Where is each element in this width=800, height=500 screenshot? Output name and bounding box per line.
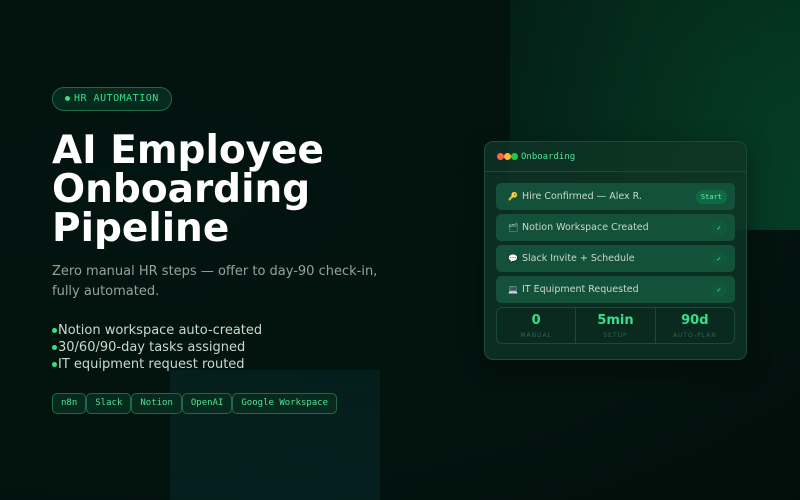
- onboarding-card: Onboarding 🔑 Hire Confirmed — Alex R. St…: [484, 141, 747, 360]
- bullet-dot-icon: [52, 327, 57, 333]
- tag-openai: OpenAI: [181, 392, 233, 414]
- stat-setup: 5min SETUP: [576, 308, 656, 343]
- step-list: 🔑 Hire Confirmed — Alex R. Start 🗂 Notio…: [485, 172, 746, 303]
- check-icon: ✓: [711, 282, 727, 297]
- feature-label: 30/60/90-day tasks assigned: [58, 339, 246, 355]
- stat-manual: 0 MANUAL: [497, 308, 577, 343]
- key-icon: 🔑: [508, 192, 518, 201]
- title-line-1: AI Employee: [52, 127, 324, 173]
- check-icon: ✓: [711, 251, 727, 266]
- stat-label: SETUP: [603, 332, 628, 339]
- step-row-hire: 🔑 Hire Confirmed — Alex R. Start: [496, 183, 735, 210]
- eyebrow-label: HR AUTOMATION: [74, 93, 159, 104]
- tag-notion: Notion: [131, 392, 182, 414]
- tag-google-workspace: Google Workspace: [232, 392, 338, 414]
- minimize-dot-icon: [504, 153, 511, 160]
- title-line-2: Onboarding: [52, 166, 311, 212]
- maximize-dot-icon: [511, 153, 518, 160]
- tech-tags: n8n Slack Notion OpenAI Google Workspace: [52, 392, 432, 414]
- status-badge: Start: [695, 189, 727, 204]
- tag-slack: Slack: [86, 392, 132, 414]
- bullet-dot-icon: [52, 361, 57, 367]
- step-label: IT Equipment Requested: [522, 284, 639, 295]
- eyebrow-badge: HR AUTOMATION: [52, 86, 172, 111]
- check-icon: ✓: [711, 220, 727, 235]
- tag-n8n: n8n: [52, 392, 87, 414]
- feature-item: Notion workspace auto-created: [52, 322, 432, 339]
- feature-item: 30/60/90-day tasks assigned: [52, 339, 432, 356]
- bullet-dot-icon: [52, 344, 57, 350]
- feature-list: Notion workspace auto-created 30/60/90-d…: [52, 322, 432, 373]
- stat-label: MANUAL: [520, 332, 552, 339]
- step-label: Hire Confirmed — Alex R.: [522, 191, 642, 202]
- badge-dot-icon: [65, 96, 70, 101]
- hero-section: HR AUTOMATION AI Employee Onboarding Pip…: [52, 86, 432, 414]
- feature-item: IT equipment request routed: [52, 356, 432, 373]
- card-title: Onboarding: [521, 151, 576, 162]
- step-row-it: 💻 IT Equipment Requested ✓: [496, 276, 735, 303]
- stat-value: 90d: [681, 313, 709, 328]
- stat-label: AUTO-PLAN: [672, 332, 717, 339]
- feature-label: Notion workspace auto-created: [58, 322, 263, 338]
- card-header: Onboarding: [485, 142, 746, 172]
- stats-bar: 0 MANUAL 5min SETUP 90d AUTO-PLAN: [496, 307, 735, 344]
- page-title: AI Employee Onboarding Pipeline: [52, 131, 432, 248]
- close-dot-icon: [497, 153, 504, 160]
- stat-auto-plan: 90d AUTO-PLAN: [656, 308, 734, 343]
- feature-label: IT equipment request routed: [58, 356, 245, 372]
- title-line-3: Pipeline: [52, 205, 230, 251]
- laptop-icon: 💻: [508, 285, 518, 294]
- stat-value: 0: [531, 313, 541, 328]
- step-label: Notion Workspace Created: [522, 222, 649, 233]
- window-controls: [497, 153, 518, 160]
- step-row-slack: 💬 Slack Invite + Schedule ✓: [496, 245, 735, 272]
- step-row-notion: 🗂 Notion Workspace Created ✓: [496, 214, 735, 241]
- subtitle: Zero manual HR steps — offer to day-90 c…: [52, 263, 378, 299]
- step-label: Slack Invite + Schedule: [522, 253, 635, 264]
- chat-icon: 💬: [508, 254, 518, 263]
- stat-value: 5min: [597, 313, 634, 328]
- folder-icon: 🗂: [508, 223, 519, 232]
